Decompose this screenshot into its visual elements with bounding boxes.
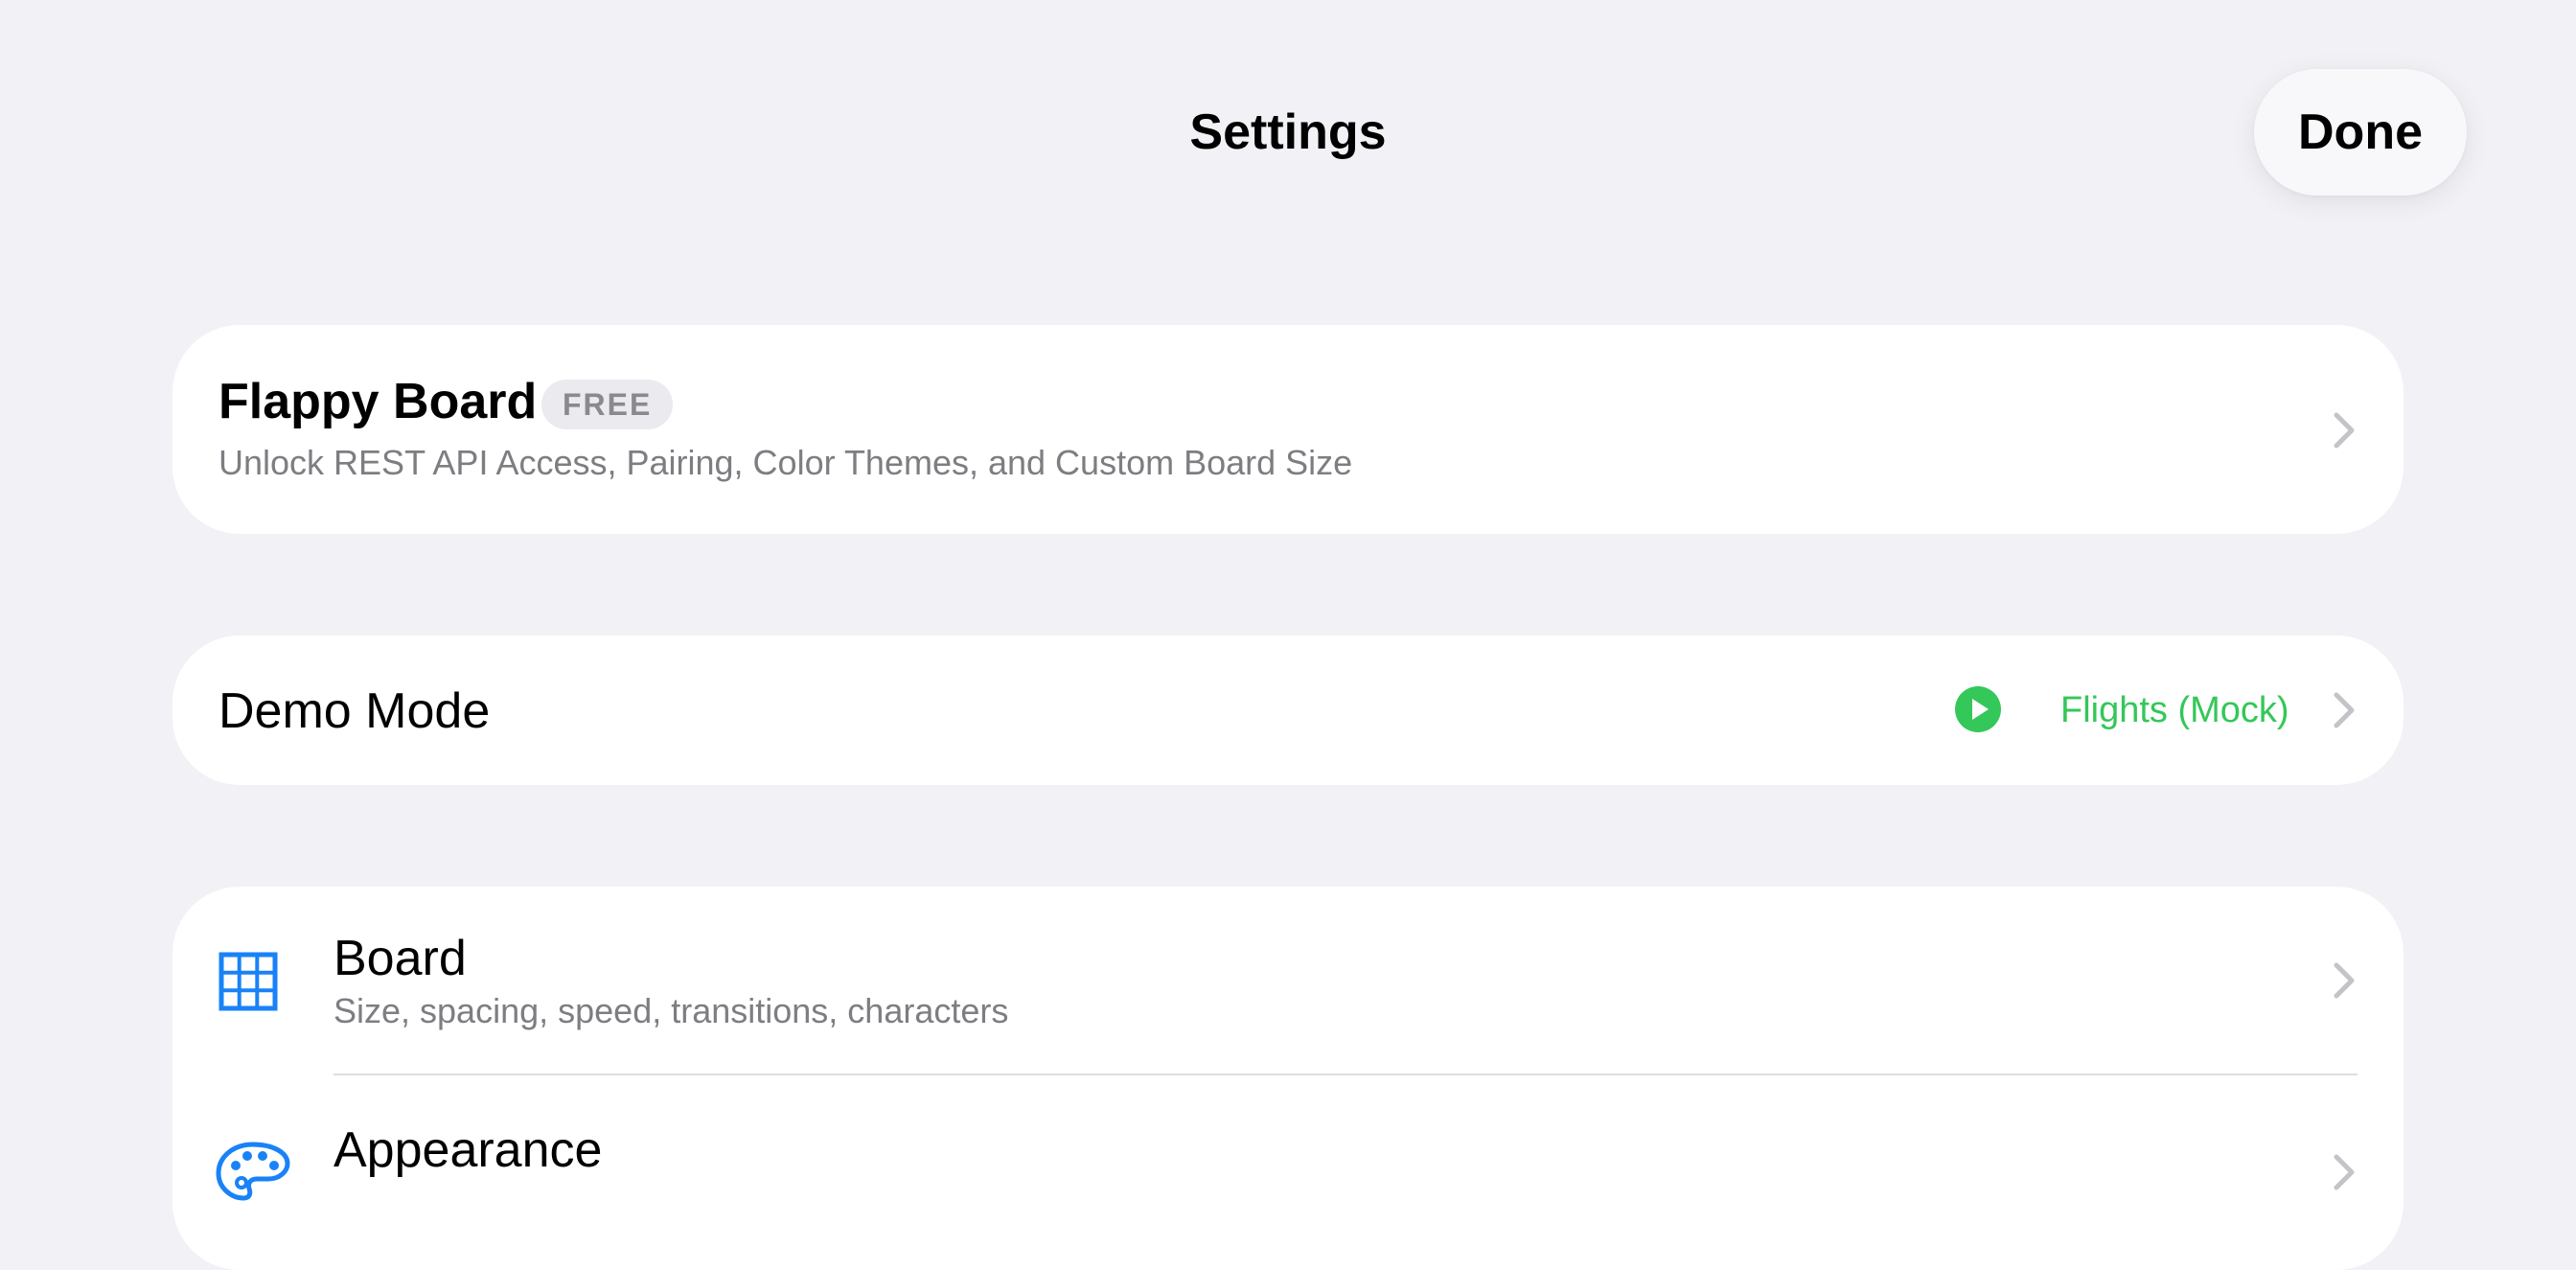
page-title: Settings: [1189, 104, 1387, 160]
divider: [334, 1074, 2358, 1075]
chevron-right-icon: [2334, 412, 2355, 449]
demo-mode-value: Flights (Mock): [2060, 690, 2289, 730]
grid-icon: [218, 952, 278, 1011]
list-item-subtitle: Size, spacing, speed, transitions, chara…: [334, 991, 1009, 1030]
chevron-right-icon: [2334, 962, 2355, 999]
demo-mode-label: Demo Mode: [218, 683, 491, 739]
list-item-title: Board: [334, 931, 467, 986]
list-item-title: Appearance: [334, 1122, 603, 1178]
demo-mode-row[interactable]: Demo Mode Flights (Mock): [172, 635, 2404, 785]
chevron-right-icon: [2334, 692, 2355, 728]
app-name: Flappy Board: [218, 374, 538, 429]
settings-list: Board Size, spacing, speed, transitions,…: [172, 887, 2404, 1270]
chevron-right-icon: [2334, 1154, 2355, 1190]
palette-icon: [216, 1142, 290, 1201]
upgrade-description: Unlock REST API Access, Pairing, Color T…: [218, 443, 1353, 482]
play-circle-icon: [1955, 686, 2001, 732]
plan-badge: FREE: [541, 380, 674, 429]
done-button[interactable]: Done: [2254, 69, 2467, 196]
upgrade-card[interactable]: Flappy Board FREE Unlock REST API Access…: [172, 325, 2404, 534]
